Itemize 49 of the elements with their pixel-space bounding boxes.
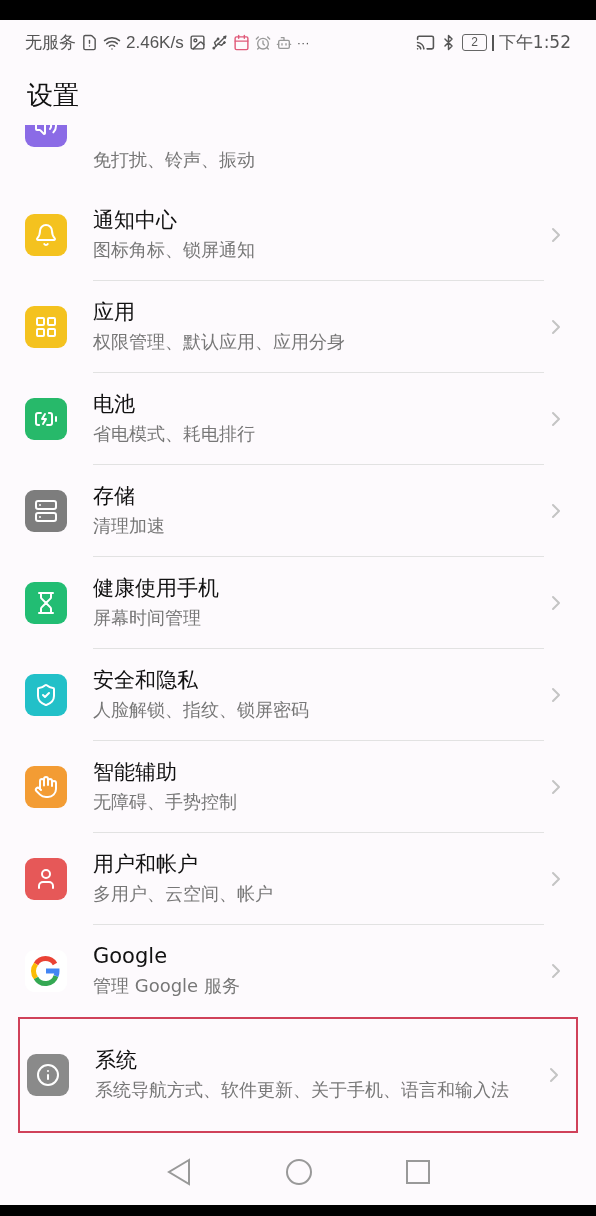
item-title: 存储	[93, 482, 136, 510]
settings-item[interactable]: 应用 权限管理、默认应用、应用分身	[0, 281, 596, 373]
item-title: 系统	[95, 1047, 138, 1074]
settings-item[interactable]: 存储 清理加速	[0, 465, 596, 557]
settings-item[interactable]: 健康使用手机 屏幕时间管理	[0, 557, 596, 649]
item-title: 电池	[93, 390, 136, 418]
item-title: 健康使用手机	[93, 574, 220, 602]
settings-item[interactable]: 智能辅助 无障碍、手势控制	[0, 741, 596, 833]
recent-apps-icon[interactable]	[405, 1160, 430, 1184]
settings-item[interactable]: Google 管理 Google 服务	[0, 925, 596, 1017]
item-title: 通知中心	[93, 206, 178, 234]
item-description: 权限管理、默认应用、应用分身	[93, 329, 346, 354]
carrier-text: 无服务	[25, 30, 76, 54]
usb-icon	[210, 34, 228, 51]
image-icon	[188, 34, 206, 51]
item-title: Google	[93, 943, 169, 970]
item-description: 管理 Google 服务	[93, 974, 241, 998]
back-icon[interactable]	[166, 1158, 193, 1186]
clock-time: 下午1:52	[498, 30, 571, 54]
item-description: 无障碍、手势控制	[93, 789, 238, 814]
item-description: 系统导航方式、软件更新、关于手机、语言和输入法	[95, 1078, 510, 1102]
settings-item[interactable]: 通知中心 图标角标、锁屏通知	[0, 189, 596, 281]
item-description: 省电模式、耗电排行	[93, 421, 256, 446]
page-title: 设置	[27, 78, 79, 112]
item-description: 多用户、云空间、帐户	[93, 881, 274, 906]
item-description: 人脸解锁、指纹、锁屏密码	[93, 697, 310, 722]
battery-level: 2	[462, 34, 487, 51]
alarm-icon	[254, 34, 271, 51]
item-description: 清理加速	[93, 513, 166, 538]
settings-item[interactable]: 电池 省电模式、耗电排行	[0, 373, 596, 465]
cast-icon	[416, 33, 436, 52]
item-description: 免打扰、铃声、振动	[93, 148, 255, 172]
charging-icon	[491, 34, 494, 51]
network-speed: 2.46K/s	[126, 31, 184, 54]
item-description: 屏幕时间管理	[93, 605, 202, 630]
settings-item[interactable]: 系统 系统导航方式、软件更新、关于手机、语言和输入法	[18, 1017, 578, 1133]
calendar-icon	[232, 34, 250, 51]
settings-item[interactable]: 用户和帐户 多用户、云空间、帐户	[0, 833, 596, 925]
settings-item[interactable]: 免打扰、铃声、振动	[0, 125, 596, 189]
item-description: 图标角标、锁屏通知	[93, 237, 256, 262]
item-title: 应用	[93, 298, 136, 326]
more-notifications: ···	[296, 33, 310, 52]
home-icon[interactable]	[285, 1158, 313, 1186]
robot-icon	[275, 34, 292, 51]
item-title: 用户和帐户	[93, 850, 199, 878]
item-title: 智能辅助	[93, 758, 178, 786]
item-title: 安全和隐私	[93, 666, 199, 694]
settings-item[interactable]: 安全和隐私 人脸解锁、指纹、锁屏密码	[0, 649, 596, 741]
sim-icon	[81, 34, 98, 51]
